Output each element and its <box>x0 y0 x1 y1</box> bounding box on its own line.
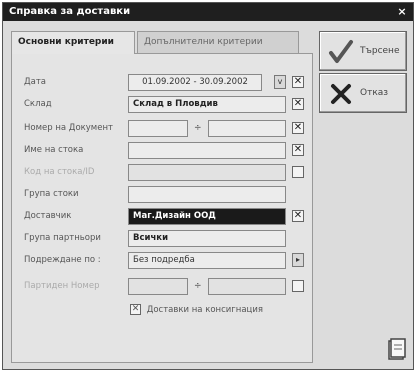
criteria-panel: Дата 01.09.2002 - 30.09.2002 v ✕ Склад С… <box>11 53 313 363</box>
lot-number-separator: ÷ <box>194 281 202 291</box>
window-title: Справка за доставки <box>9 6 131 17</box>
title-bar: Справка за доставки × <box>3 3 413 21</box>
product-code-field[interactable] <box>128 164 286 181</box>
product-name-label: Име на стока <box>24 145 84 155</box>
supplier-label: Доставчик <box>24 211 72 221</box>
lot-number-to-field[interactable] <box>208 278 286 295</box>
date-checkbox[interactable]: ✕ <box>292 76 304 88</box>
product-name-checkbox[interactable]: ✕ <box>292 144 304 156</box>
date-dropdown-button[interactable]: v <box>274 75 286 89</box>
supplier-checkbox[interactable]: ✕ <box>292 210 304 222</box>
close-icon[interactable]: × <box>395 5 409 18</box>
lot-number-checkbox[interactable] <box>292 280 304 292</box>
consignment-option[interactable]: ✕ Доставки на консигнация <box>130 304 263 315</box>
row-lot-number: Партиден Номер ÷ <box>12 278 312 296</box>
lot-number-label: Партиден Номер <box>24 281 100 291</box>
sort-by-field[interactable]: Без подредба <box>128 252 286 269</box>
cancel-button[interactable]: Отказ <box>319 73 407 113</box>
report-dialog: Справка за доставки × Основни критерии Д… <box>2 2 414 370</box>
checkmark-icon <box>329 40 353 63</box>
lot-number-from-field[interactable] <box>128 278 188 295</box>
sort-by-button[interactable]: ▸ <box>292 253 304 267</box>
tab-additional-criteria[interactable]: Допълнителни критерии <box>137 31 299 53</box>
search-button-label: Търсене <box>360 46 400 56</box>
product-name-field[interactable] <box>128 142 286 159</box>
tab-strip: Основни критерии Допълнителни критерии <box>11 31 313 54</box>
row-supplier-group: Група партньори Всички <box>12 230 312 248</box>
row-supplier: Доставчик Маг.Дизайн ООД ✕ <box>12 208 312 226</box>
document-icon[interactable] <box>387 337 407 361</box>
doc-number-separator: ÷ <box>194 123 202 133</box>
row-warehouse: Склад Склад в Пловдив ✕ <box>12 96 312 114</box>
row-product-name: Име на стока ✕ <box>12 142 312 160</box>
search-button[interactable]: Търсене <box>319 31 407 71</box>
cancel-button-label: Отказ <box>360 88 389 98</box>
row-product-group: Група стоки <box>12 186 312 204</box>
doc-number-from-field[interactable] <box>128 120 188 137</box>
supplier-field[interactable]: Маг.Дизайн ООД <box>128 208 286 225</box>
tab-main-criteria[interactable]: Основни критерии <box>11 31 135 54</box>
sort-by-label: Подреждане по : <box>24 255 101 265</box>
warehouse-field[interactable]: Склад в Пловдив <box>128 96 286 113</box>
product-group-field[interactable] <box>128 186 286 203</box>
doc-number-checkbox[interactable]: ✕ <box>292 122 304 134</box>
supplier-group-label: Група партньори <box>24 233 101 243</box>
product-code-label: Код на стока/ID <box>24 167 95 177</box>
doc-number-to-field[interactable] <box>208 120 286 137</box>
row-product-code: Код на стока/ID <box>12 164 312 182</box>
date-range-field[interactable]: 01.09.2002 - 30.09.2002 <box>128 74 262 91</box>
row-sort-by: Подреждане по : Без подредба ▸ <box>12 252 312 270</box>
warehouse-label: Склад <box>24 99 52 109</box>
supplier-group-field[interactable]: Всички <box>128 230 286 247</box>
product-group-label: Група стоки <box>24 189 79 199</box>
product-code-checkbox[interactable] <box>292 166 304 178</box>
date-label: Дата <box>24 77 47 87</box>
consignment-label: Доставки на консигнация <box>146 305 263 315</box>
doc-number-label: Номер на Документ <box>24 123 113 133</box>
warehouse-checkbox[interactable]: ✕ <box>292 98 304 110</box>
row-doc-number: Номер на Документ ÷ ✕ <box>12 120 312 138</box>
row-date: Дата 01.09.2002 - 30.09.2002 v ✕ <box>12 74 312 92</box>
consignment-checkbox[interactable]: ✕ <box>130 304 141 315</box>
x-mark-icon <box>331 84 351 104</box>
